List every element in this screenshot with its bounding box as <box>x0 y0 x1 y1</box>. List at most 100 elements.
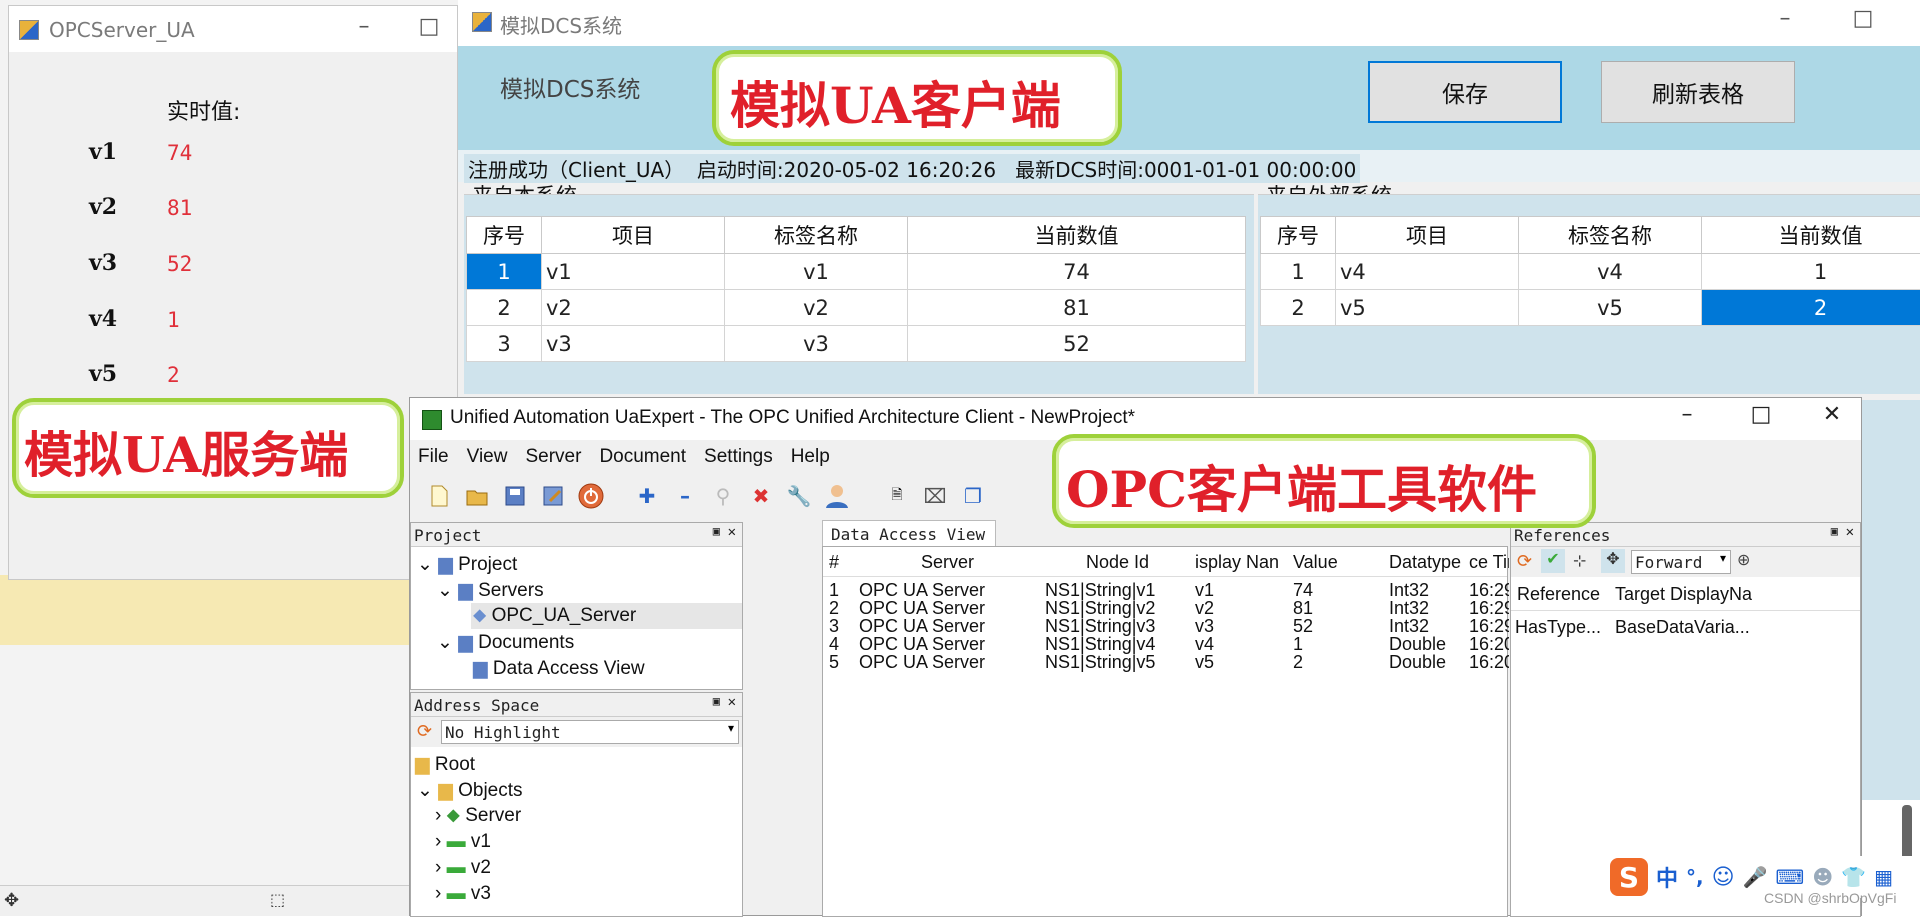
column-header-server[interactable]: Server <box>921 552 974 573</box>
new-project-icon[interactable] <box>424 481 454 511</box>
menu-file[interactable]: File <box>418 446 449 468</box>
column-header-value[interactable]: Value <box>1293 552 1338 573</box>
delete-document-icon[interactable]: ⌧ <box>920 481 950 511</box>
highlight-select[interactable]: No Highlight ▾ <box>441 720 739 744</box>
row-datatype-cell[interactable]: Int32 <box>1389 581 1429 599</box>
row-index-cell[interactable]: 2 <box>1261 290 1336 326</box>
ime-punct-toggle[interactable]: °, <box>1686 865 1704 889</box>
row-index-cell[interactable]: 2 <box>467 290 542 326</box>
direction-select[interactable]: Forward ▾ <box>1631 550 1731 574</box>
tree-item-v1[interactable]: › ▬ v1 <box>435 831 491 853</box>
table-row[interactable]: 4OPC UA ServerNS1|String|v4v41Double16:2… <box>823 635 1507 653</box>
row-datatype-cell[interactable]: Double <box>1389 653 1446 671</box>
row-datatype-cell[interactable]: Double <box>1389 635 1446 653</box>
row-datatype-cell[interactable]: Int32 <box>1389 617 1429 635</box>
apps-icon[interactable]: ▦ <box>1874 865 1893 889</box>
close-icon[interactable]: ✕ <box>1846 524 1854 540</box>
row-server-cell[interactable]: OPC UA Server <box>859 635 985 653</box>
row-index-cell[interactable]: 1 <box>467 254 542 290</box>
user-icon[interactable] <box>822 481 852 511</box>
row-index-cell[interactable]: 3 <box>467 326 542 362</box>
row-index-cell[interactable]: 4 <box>829 635 839 653</box>
column-header-value[interactable]: 当前数值 <box>908 217 1246 254</box>
row-value-cell[interactable]: 2 <box>1702 290 1920 326</box>
column-header-timestamp[interactable]: ce Timesta <box>1469 552 1509 573</box>
references-row[interactable]: HasType... BaseDataVaria... <box>1511 613 1860 643</box>
row-timestamp-cell[interactable]: 16:29:20.... <box>1469 617 1509 635</box>
target-cell[interactable]: BaseDataVaria... <box>1615 617 1750 638</box>
column-header-item[interactable]: 项目 <box>1336 217 1519 254</box>
connect-icon[interactable]: ⚲ <box>708 481 738 511</box>
table-row[interactable]: 1 v4 v4 1 <box>1261 254 1920 290</box>
row-index-cell[interactable]: 3 <box>829 617 839 635</box>
table-row[interactable]: 2 v5 v5 2 <box>1261 290 1920 326</box>
save-as-icon[interactable] <box>538 481 568 511</box>
row-tag-cell[interactable]: v2 <box>725 290 908 326</box>
refresh-table-button[interactable]: 刷新表格 <box>1601 61 1795 123</box>
add-icon[interactable]: ⊕ <box>1737 550 1750 569</box>
column-header-datatype[interactable]: Datatype <box>1389 552 1461 573</box>
row-index-cell[interactable]: 2 <box>829 599 839 617</box>
row-server-cell[interactable]: OPC UA Server <box>859 617 985 635</box>
row-display-name-cell[interactable]: v2 <box>1195 599 1214 617</box>
user-icon[interactable]: ☻ <box>1812 865 1833 889</box>
maximize-icon[interactable]: □ <box>1746 402 1776 427</box>
tree-item-objects[interactable]: ⌄ ▆ Objects <box>417 779 523 802</box>
check-icon[interactable]: ✔ <box>1541 549 1565 573</box>
row-display-name-cell[interactable]: v5 <box>1195 653 1214 671</box>
ime-lang-toggle[interactable]: 中 <box>1656 861 1678 893</box>
maximize-icon[interactable]: □ <box>414 14 444 39</box>
row-item-cell[interactable]: v2 <box>542 290 725 326</box>
row-node-id-cell[interactable]: NS1|String|v2 <box>1045 599 1155 617</box>
settings-wrench-icon[interactable]: 🔧 <box>784 481 814 511</box>
row-timestamp-cell[interactable]: 16:20:48.... <box>1469 635 1509 653</box>
microphone-icon[interactable]: 🎤 <box>1743 865 1768 889</box>
tree-item-documents[interactable]: ⌄ ▆ Documents <box>437 631 574 654</box>
open-project-icon[interactable] <box>462 481 492 511</box>
float-icon[interactable]: ▣ <box>1831 524 1838 538</box>
column-header-index[interactable]: 序号 <box>467 217 542 254</box>
column-header-index[interactable]: 序号 <box>1261 217 1336 254</box>
tree-item-data-access-view[interactable]: ▆ Data Access View <box>473 657 645 680</box>
row-item-cell[interactable]: v5 <box>1336 290 1519 326</box>
menu-view[interactable]: View <box>467 446 508 468</box>
float-icon[interactable]: ▣ <box>713 694 720 708</box>
row-node-id-cell[interactable]: NS1|String|v3 <box>1045 617 1155 635</box>
row-value-cell[interactable]: 52 <box>1293 617 1313 635</box>
column-header-target[interactable]: Target DisplayNa <box>1615 584 1752 605</box>
menu-document[interactable]: Document <box>599 446 686 468</box>
shutdown-icon[interactable] <box>576 481 606 511</box>
row-index-cell[interactable]: 1 <box>1261 254 1336 290</box>
tree-item-project[interactable]: ⌄ ▆ Project <box>417 553 517 576</box>
column-header-index[interactable]: # <box>829 552 839 573</box>
row-server-cell[interactable]: OPC UA Server <box>859 653 985 671</box>
remove-server-icon[interactable]: – <box>670 481 700 511</box>
table-row[interactable]: 1 v1 v1 74 <box>467 254 1246 290</box>
row-timestamp-cell[interactable]: 16:29:20.... <box>1469 581 1509 599</box>
row-display-name-cell[interactable]: v4 <box>1195 635 1214 653</box>
column-header-value[interactable]: 当前数值 <box>1702 217 1920 254</box>
save-button[interactable]: 保存 <box>1368 61 1562 123</box>
minimize-icon[interactable]: – <box>1770 6 1800 31</box>
ime-logo-icon[interactable]: S <box>1610 858 1648 896</box>
local-table[interactable]: 序号 项目 标签名称 当前数值 1 v1 v1 74 2 v2 v2 81 3 … <box>466 216 1246 362</box>
minimize-icon[interactable]: – <box>1672 402 1702 427</box>
column-header-reference[interactable]: Reference <box>1517 584 1600 605</box>
row-node-id-cell[interactable]: NS1|String|v5 <box>1045 653 1155 671</box>
emoji-icon[interactable]: ☺ <box>1712 865 1735 890</box>
reference-cell[interactable]: HasType... <box>1515 617 1601 638</box>
row-server-cell[interactable]: OPC UA Server <box>859 599 985 617</box>
disconnect-icon[interactable]: ✖ <box>746 481 776 511</box>
row-node-id-cell[interactable]: NS1|String|v1 <box>1045 581 1155 599</box>
row-value-cell[interactable]: 1 <box>1702 254 1920 290</box>
column-header-tag[interactable]: 标签名称 <box>1519 217 1702 254</box>
float-icon[interactable]: ▣ <box>713 524 720 538</box>
table-row[interactable]: 2 v2 v2 81 <box>467 290 1246 326</box>
menu-help[interactable]: Help <box>791 446 830 468</box>
row-tag-cell[interactable]: v3 <box>725 326 908 362</box>
data-access-view-tab[interactable]: Data Access View <box>822 520 996 546</box>
row-value-cell[interactable]: 81 <box>908 290 1246 326</box>
tree-item-root[interactable]: ▆ Root <box>415 753 475 776</box>
refresh-icon[interactable]: ⟳ <box>417 721 432 742</box>
tree-item-server[interactable]: › ⬥ Server <box>435 805 521 827</box>
